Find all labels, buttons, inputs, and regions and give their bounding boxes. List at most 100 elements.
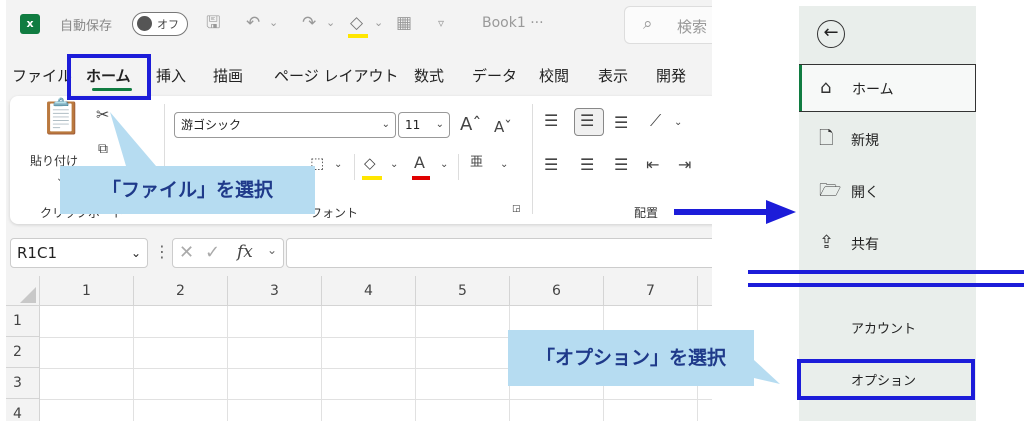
arrow-right-icon xyxy=(674,200,796,224)
phonetic-dropdown-icon[interactable]: ⌄ xyxy=(500,154,508,176)
font-color-dropdown-icon[interactable]: ⌄ xyxy=(440,154,448,176)
grid-line xyxy=(40,399,712,400)
menu-item-home[interactable]: ⌂ ホーム xyxy=(799,64,976,112)
row-header[interactable]: 4 xyxy=(6,399,40,421)
save-icon[interactable]: 🖫 xyxy=(206,11,220,35)
menu-item-new[interactable]: 🗋 新規 xyxy=(799,116,976,164)
orientation-icon[interactable]: ⟋ xyxy=(650,110,661,132)
name-box[interactable]: R1C1 ⌄ xyxy=(10,238,148,268)
tab-insert[interactable]: 挿入 xyxy=(156,65,186,86)
menu-item-label: 新規 xyxy=(851,133,879,149)
font-color-icon[interactable]: A xyxy=(414,152,425,174)
fill-dropdown-icon[interactable]: ⌄ xyxy=(390,154,398,176)
autosave-toggle[interactable]: オフ xyxy=(132,12,188,36)
omission-line xyxy=(748,270,1024,274)
autosave-state: オフ xyxy=(157,18,179,31)
select-options-callout: 「オプション」を選択 xyxy=(535,347,726,369)
font-launcher-icon[interactable]: ◲ xyxy=(512,204,521,214)
tab-data[interactable]: データ xyxy=(472,65,517,86)
redo-icon[interactable]: ↷ xyxy=(302,11,316,35)
align-center-icon[interactable]: ☰ xyxy=(580,154,594,176)
menu-item-account[interactable]: アカウント xyxy=(799,304,976,352)
grow-font-icon[interactable]: Aˆ xyxy=(460,114,481,136)
enter-icon[interactable]: ✓ xyxy=(205,242,220,263)
row-header[interactable]: 2 xyxy=(6,337,40,368)
undo-icon[interactable]: ↶ xyxy=(246,11,260,35)
title-bar: x 自動保存 オフ 🖫 ↶ ⌄ ↷ ⌄ ◇ ⌄ ▦ ▿ Book1 ··· ⌕ … xyxy=(6,0,712,52)
redo-dropdown-icon[interactable]: ⌄ xyxy=(326,11,335,35)
fill-color-icon[interactable]: ◇ xyxy=(364,152,376,174)
insert-function-icon[interactable]: fx xyxy=(237,242,253,262)
folder-open-icon: 🗁 xyxy=(819,180,842,201)
font-size-select[interactable]: 11 ⌄ xyxy=(398,112,450,138)
fill-color-swatch xyxy=(348,34,368,38)
active-indicator xyxy=(799,65,802,111)
fill-color-icon[interactable]: ◇ xyxy=(350,11,363,35)
chevron-down-icon: ⌄ xyxy=(381,119,390,130)
tab-draw[interactable]: 描画 xyxy=(213,65,243,86)
align-bottom-icon[interactable]: ☰ xyxy=(614,112,628,134)
phonetic-icon[interactable]: 亜 xyxy=(470,152,483,174)
grid-line xyxy=(321,306,322,421)
formula-bar: R1C1 ⌄ ⋮ ✕ ✓ fx ⌄ xyxy=(6,230,712,270)
align-top-icon[interactable]: ☰ xyxy=(544,110,558,132)
increase-indent-icon[interactable]: ⇥ xyxy=(678,154,691,176)
menu-item-label: ホーム xyxy=(852,82,894,98)
workbook-name: Book1 ··· xyxy=(482,15,544,31)
back-arrow-icon[interactable]: ← xyxy=(817,20,845,48)
toggle-knob xyxy=(137,16,152,31)
excel-logo-icon: x xyxy=(20,14,40,34)
align-left-icon[interactable]: ☰ xyxy=(544,154,558,176)
column-header[interactable]: 1 xyxy=(40,276,134,306)
search-icon: ⌕ xyxy=(643,14,653,34)
menu-item-share[interactable]: ⇪ 共有 xyxy=(799,220,976,268)
border-dropdown-icon[interactable]: ⌄ xyxy=(334,154,342,176)
file-tab-highlight xyxy=(67,54,151,100)
grid-line xyxy=(133,306,134,421)
orientation-dropdown-icon[interactable]: ⌄ xyxy=(674,112,682,134)
font-size-value: 11 xyxy=(405,118,421,132)
form-icon[interactable]: ▦ xyxy=(396,11,412,35)
row-header[interactable]: 3 xyxy=(6,368,40,399)
row-header[interactable]: 1 xyxy=(6,306,40,337)
undo-dropdown-icon[interactable]: ⌄ xyxy=(269,11,278,35)
column-header[interactable]: 5 xyxy=(416,276,510,306)
shrink-font-icon[interactable]: Aˇ xyxy=(494,116,512,138)
menu-item-open[interactable]: 🗁 開く xyxy=(799,168,976,216)
ribbon-separator xyxy=(354,154,355,180)
column-header[interactable]: 3 xyxy=(228,276,322,306)
cancel-icon[interactable]: ✕ xyxy=(179,242,194,263)
name-box-value: R1C1 xyxy=(17,244,57,262)
ribbon-separator xyxy=(532,104,533,214)
tab-page-layout[interactable]: ページ レイアウト xyxy=(274,65,398,86)
column-header[interactable]: 2 xyxy=(134,276,228,306)
search-box[interactable]: ⌕ 検索 xyxy=(624,6,712,44)
align-middle-icon: ☰ xyxy=(580,111,595,130)
decrease-indent-icon[interactable]: ⇤ xyxy=(646,154,659,176)
tab-file[interactable]: ファイル xyxy=(12,65,72,86)
menu-item-label: アカウント xyxy=(851,322,917,337)
select-all-button[interactable] xyxy=(6,276,40,306)
fill-color-swatch xyxy=(362,176,382,180)
fill-dropdown-icon[interactable]: ⌄ xyxy=(374,11,383,35)
font-color-swatch xyxy=(412,176,430,180)
search-placeholder: 検索 xyxy=(677,18,708,36)
autosave-label: 自動保存 xyxy=(60,19,113,34)
column-header[interactable]: 6 xyxy=(510,276,604,306)
align-right-icon[interactable]: ☰ xyxy=(614,154,628,176)
formula-input[interactable] xyxy=(286,238,712,268)
column-header[interactable]: 4 xyxy=(322,276,416,306)
tab-formulas[interactable]: 数式 xyxy=(414,65,444,86)
alignment-group-label: 配置 xyxy=(634,206,659,220)
ribbon-separator xyxy=(458,154,459,180)
tab-view[interactable]: 表示 xyxy=(598,65,628,86)
tab-developer[interactable]: 開発 xyxy=(656,65,686,86)
new-document-icon: 🗋 xyxy=(819,128,834,149)
grid-line xyxy=(415,306,416,421)
chevron-down-icon: ⌄ xyxy=(267,243,278,257)
column-header[interactable]: 7 xyxy=(604,276,698,306)
more-options-icon[interactable]: ⋮ xyxy=(154,242,170,261)
formula-tools: ✕ ✓ fx ⌄ xyxy=(172,238,284,268)
customize-toolbar-icon[interactable]: ▿ xyxy=(438,11,444,35)
tab-review[interactable]: 校閲 xyxy=(539,65,569,86)
